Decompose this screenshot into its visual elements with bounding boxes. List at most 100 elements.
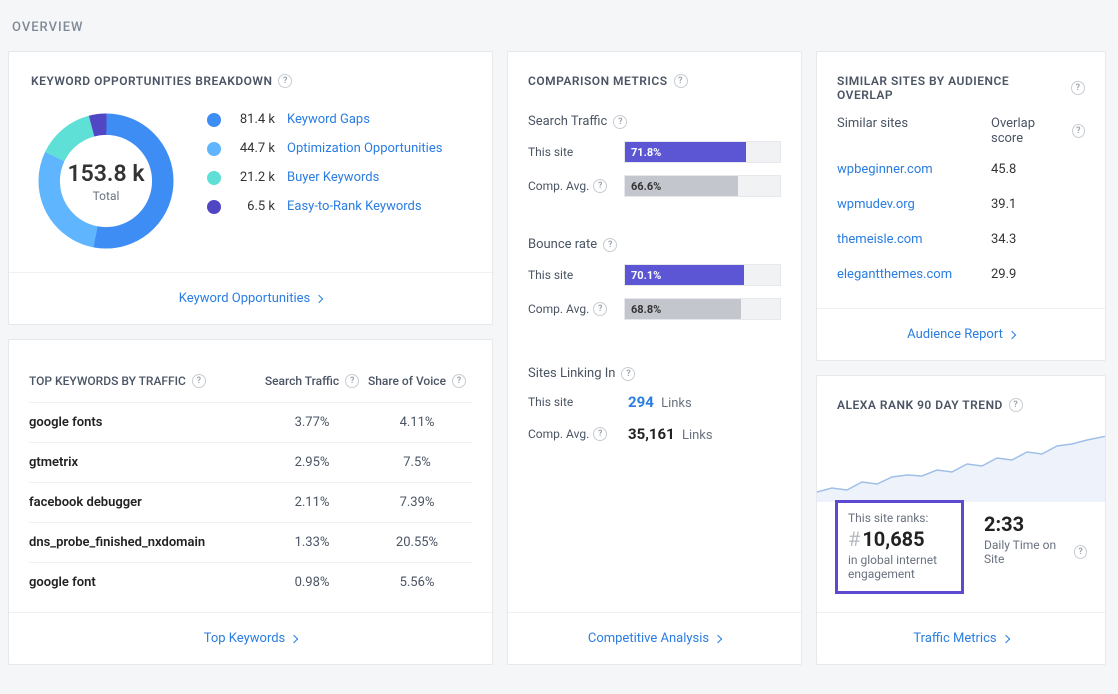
chevron-right-icon	[1001, 634, 1009, 642]
help-icon[interactable]: ?	[1071, 81, 1085, 95]
similar-site-link[interactable]: elegantthemes.com	[837, 267, 991, 282]
links-suffix: Links	[661, 396, 692, 411]
comp-avg-search-row: Comp. Avg. ? 66.6%	[528, 175, 781, 197]
similar-sites-footer-link[interactable]: Audience Report	[817, 308, 1105, 360]
comparison-metrics-card: COMPARISON METRICS ? Search Traffic ? Th…	[507, 51, 802, 665]
share-voice-cell: 4.11%	[362, 415, 472, 430]
donut-legend: 81.4 k Keyword Gaps 44.7 k Optimization …	[207, 106, 442, 256]
share-voice-cell: 7.5%	[362, 455, 472, 470]
keyword-opportunities-footer-link[interactable]: Keyword Opportunities	[9, 272, 492, 324]
legend-item: 21.2 k Buyer Keywords	[207, 170, 442, 185]
help-icon[interactable]: ?	[345, 374, 359, 388]
help-icon[interactable]: ?	[452, 374, 466, 388]
linksin-avg-value: 35,161	[628, 425, 675, 443]
linksin-label: Sites Linking In ?	[528, 366, 781, 381]
donut-total-value: 153.8 k	[68, 160, 145, 187]
rank-number: 10,685	[862, 527, 924, 551]
comparison-title: COMPARISON METRICS ?	[528, 74, 781, 88]
help-icon[interactable]: ?	[593, 179, 607, 193]
alexa-trend-title: ALEXA RANK 90 DAY TREND ?	[837, 398, 1085, 412]
share-voice-cell: 7.39%	[362, 495, 472, 510]
help-icon[interactable]: ?	[1072, 124, 1085, 138]
top-keywords-card: TOP KEYWORDS BY TRAFFIC ? Search Traffic…	[8, 339, 493, 665]
similar-sites-card: SIMILAR SITES BY AUDIENCE OVERLAP ? Simi…	[816, 51, 1106, 361]
bar-value: 70.1%	[625, 265, 744, 285]
bar-label: Comp. Avg. ?	[528, 302, 614, 316]
legend-link[interactable]: Optimization Opportunities	[287, 141, 442, 156]
keyword-cell: gtmetrix	[29, 455, 262, 470]
legend-swatch-icon	[207, 113, 221, 127]
legend-swatch-icon	[207, 171, 221, 185]
bounce-label: Bounce rate ?	[528, 237, 781, 252]
table-row: google fonts 3.77% 4.11%	[29, 403, 472, 443]
alexa-trend-card: ALEXA RANK 90 DAY TREND ? This site rank…	[816, 375, 1106, 665]
col-label: Similar sites	[837, 116, 991, 146]
bar-track: 70.1%	[624, 264, 781, 286]
chevron-right-icon	[315, 294, 323, 302]
card-title-text: SIMILAR SITES BY AUDIENCE OVERLAP	[837, 74, 1065, 102]
bar-label-text: Comp. Avg.	[528, 302, 589, 316]
help-icon[interactable]: ?	[674, 74, 688, 88]
share-voice-cell: 5.56%	[362, 575, 472, 590]
top-keywords-title: TOP KEYWORDS BY TRAFFIC ?	[29, 374, 262, 388]
help-icon[interactable]: ?	[1074, 545, 1087, 559]
similar-site-link[interactable]: wpmudev.org	[837, 197, 991, 212]
col-label: Search Traffic	[265, 374, 339, 388]
time-label-text: Daily Time on Site	[984, 538, 1070, 566]
help-icon[interactable]: ?	[1009, 398, 1023, 412]
chevron-right-icon	[1008, 330, 1016, 338]
card-title-text: ALEXA RANK 90 DAY TREND	[837, 398, 1003, 412]
col-search-traffic: Search Traffic ?	[262, 374, 362, 388]
help-icon[interactable]: ?	[593, 427, 607, 441]
col-label: Share of Voice	[368, 374, 446, 388]
top-keywords-footer-link[interactable]: Top Keywords	[9, 612, 492, 664]
alexa-trend-footer-link[interactable]: Traffic Metrics	[817, 612, 1105, 664]
legend-link[interactable]: Easy-to-Rank Keywords	[287, 199, 422, 214]
table-row: google font 0.98% 5.56%	[29, 563, 472, 602]
donut-center: 153.8 k Total	[31, 106, 181, 256]
time-label: Daily Time on Site ?	[984, 538, 1087, 566]
legend-count: 81.4 k	[233, 112, 275, 127]
page-title: OVERVIEW	[12, 20, 1110, 35]
legend-item: 44.7 k Optimization Opportunities	[207, 141, 442, 156]
help-icon[interactable]: ?	[621, 367, 635, 381]
card-title-text: TOP KEYWORDS BY TRAFFIC	[29, 374, 186, 388]
legend-count: 44.7 k	[233, 141, 275, 156]
share-voice-cell: 20.55%	[362, 535, 472, 550]
global-rank-box: This site ranks: #10,685 in global inter…	[835, 500, 964, 594]
legend-item: 6.5 k Easy-to-Rank Keywords	[207, 199, 442, 214]
similar-site-link[interactable]: wpbeginner.com	[837, 162, 991, 177]
similar-site-link[interactable]: themeisle.com	[837, 232, 991, 247]
links-suffix: Links	[682, 428, 713, 443]
bar-label-text: Comp. Avg.	[528, 427, 589, 441]
keyword-cell: google font	[29, 575, 262, 590]
help-icon[interactable]: ?	[192, 374, 206, 388]
comparison-footer-link[interactable]: Competitive Analysis	[508, 612, 801, 664]
search-traffic-cell: 3.77%	[262, 415, 362, 430]
top-keywords-header: TOP KEYWORDS BY TRAFFIC ? Search Traffic…	[29, 362, 472, 403]
legend-link[interactable]: Keyword Gaps	[287, 112, 370, 127]
card-title-text: COMPARISON METRICS	[528, 74, 668, 88]
help-icon[interactable]: ?	[593, 302, 607, 316]
time-value: 2:33	[984, 512, 1087, 536]
legend-count: 21.2 k	[233, 170, 275, 185]
bar-track: 66.6%	[624, 175, 781, 197]
card-title-text: KEYWORD OPPORTUNITIES BREAKDOWN	[31, 74, 272, 88]
search-traffic-cell: 1.33%	[262, 535, 362, 550]
linksin-value-link[interactable]: 294	[628, 393, 654, 411]
col-label: Overlap score	[991, 116, 1066, 146]
overlap-score: 34.3	[991, 232, 1085, 247]
table-row: themeisle.com 34.3	[837, 222, 1085, 257]
legend-link[interactable]: Buyer Keywords	[287, 170, 379, 185]
rank-prefix: This site ranks:	[848, 511, 951, 525]
help-icon[interactable]: ?	[278, 74, 292, 88]
help-icon[interactable]: ?	[603, 238, 617, 252]
help-icon[interactable]: ?	[613, 115, 627, 129]
dashboard-grid: KEYWORD OPPORTUNITIES BREAKDOWN ?	[8, 51, 1110, 665]
table-row: dns_probe_finished_nxdomain 1.33% 20.55%	[29, 523, 472, 563]
legend-item: 81.4 k Keyword Gaps	[207, 112, 442, 127]
table-row: wpmudev.org 39.1	[837, 187, 1085, 222]
bar-label: This site	[528, 395, 614, 409]
bar-value: 71.8%	[625, 142, 746, 162]
keyword-opportunities-title: KEYWORD OPPORTUNITIES BREAKDOWN ?	[31, 74, 470, 88]
